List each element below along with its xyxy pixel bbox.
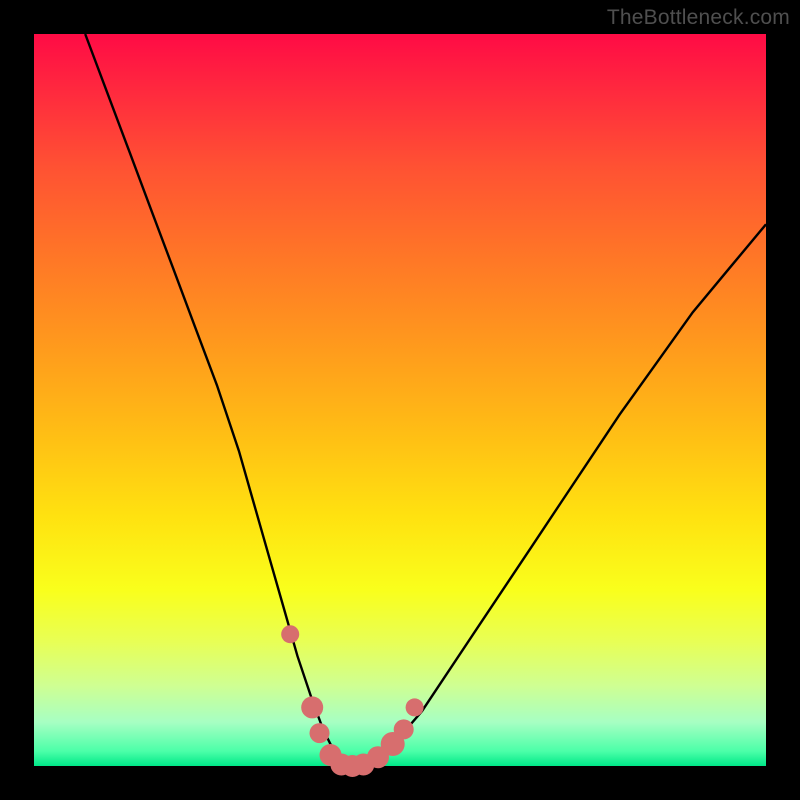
chart-frame: TheBottleneck.com (0, 0, 800, 800)
highlight-markers (281, 625, 423, 777)
bottleneck-curve (85, 34, 766, 766)
watermark-text: TheBottleneck.com (607, 6, 790, 30)
marker-dot (281, 625, 299, 643)
marker-dot (406, 698, 424, 716)
marker-dot (301, 696, 323, 718)
marker-dot (310, 723, 330, 743)
marker-dot (394, 719, 414, 739)
plot-area (34, 34, 766, 766)
curve-layer (34, 34, 766, 766)
